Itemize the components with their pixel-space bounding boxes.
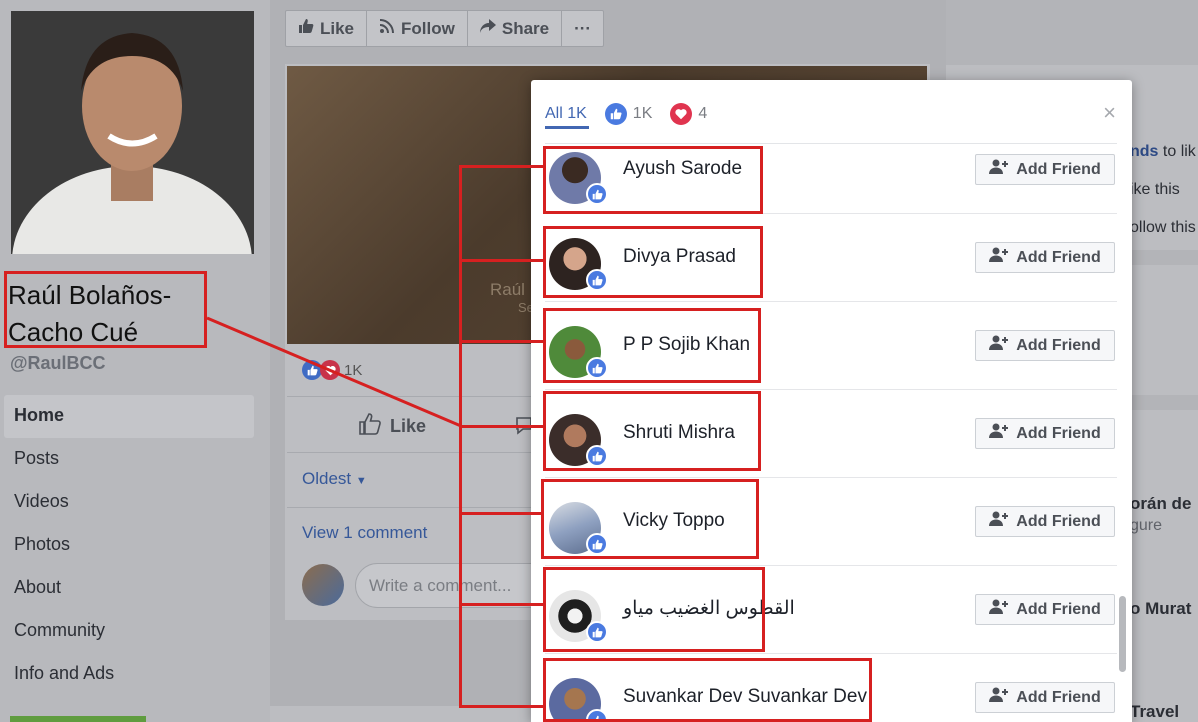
share-page-button[interactable]: Share [468,11,563,46]
comment-input[interactable]: Write a comment... [355,563,555,608]
tab-like[interactable]: 1K [604,102,653,126]
nav-item-videos[interactable]: Videos [4,481,254,524]
page-handle[interactable]: @RaulBCC [10,353,106,374]
nav-item-home[interactable]: Home [4,395,254,438]
tab-all[interactable]: All 1K [545,102,587,126]
share-arrow-icon [479,18,496,39]
nav-item-posts[interactable]: Posts [4,438,254,481]
like-reaction-icon [302,360,322,380]
list-scrollbar[interactable] [1119,596,1126,672]
active-tab-indicator [545,126,589,129]
follow-this-text: ollow this [1130,219,1196,236]
reaction-count: 1K [344,361,363,379]
page-action-bar: Like Follow Share ··· [285,10,605,47]
friends-like-text: nds to lik [1130,143,1196,161]
annotation-connector [459,512,543,515]
like-page-label: Like [320,18,355,38]
love-reaction-icon [670,103,693,125]
add-friend-label: Add Friend [1016,600,1101,618]
add-friend-label: Add Friend [1016,248,1101,266]
more-dots-icon: ··· [574,18,592,38]
add-friend-icon [989,599,1009,620]
post-reactions-summary[interactable]: 1K [302,360,362,380]
add-friend-icon [989,247,1009,268]
nav-item-photos[interactable]: Photos [4,524,254,567]
page-nav: Home Posts Videos Photos About Community… [4,395,254,696]
annotation-box-reactor [543,226,763,298]
tab-all-label: All 1K [545,105,587,122]
post-image-caption: Raúl [490,280,525,299]
add-friend-label: Add Friend [1016,512,1101,530]
annotation-connector [459,705,545,708]
annotation-connector [459,340,545,343]
view-comments-link[interactable]: View 1 comment [302,523,427,543]
annotation-connector [459,603,545,606]
friends-like-suffix: to lik [1162,143,1196,160]
add-friend-button[interactable]: Add Friend [975,330,1115,361]
comment-sort-dropdown[interactable]: Oldest ▼ [302,469,367,489]
nav-item-community[interactable]: Community [4,610,254,653]
profile-photo[interactable] [11,11,254,254]
like-reaction-icon [604,103,627,125]
suggestion-category: gure [1130,517,1163,534]
add-friend-button[interactable]: Add Friend [975,594,1115,625]
annotation-box-reactor [541,479,759,559]
close-icon[interactable]: × [1103,102,1116,124]
follow-page-label: Follow [401,18,455,38]
annotation-box-reactor [543,658,872,722]
add-friend-label: Add Friend [1016,424,1101,442]
suggestion-name[interactable]: Travel [1130,702,1179,722]
green-button-edge[interactable] [10,716,146,722]
reaction-tabs: All 1K 1K 4 [545,102,707,126]
rss-icon [379,18,395,39]
annotation-connector [459,259,545,262]
annotation-connector [459,425,545,428]
annotation-box-reactor [543,146,763,214]
friends-link[interactable]: nds [1130,143,1158,160]
commenter-avatar[interactable] [302,564,344,606]
post-like-button[interactable]: Like [358,412,426,441]
add-friend-button[interactable]: Add Friend [975,682,1115,713]
comment-sort-label: Oldest [302,469,352,488]
add-friend-label: Add Friend [1016,688,1101,706]
follow-page-button[interactable]: Follow [367,11,468,46]
annotation-box-reactor [543,308,761,383]
annotation-connector [459,165,545,168]
tab-love[interactable]: 4 [670,102,707,126]
like-this-text: ike this [1130,181,1180,198]
caret-down-icon: ▼ [355,475,367,487]
tab-love-count: 4 [698,105,708,122]
annotation-box-page-name [4,271,207,348]
share-page-label: Share [501,18,550,38]
add-friend-icon [989,687,1009,708]
add-friend-button[interactable]: Add Friend [975,242,1115,273]
nav-item-about[interactable]: About [4,567,254,610]
add-friend-button[interactable]: Add Friend [975,506,1115,537]
like-page-button[interactable]: Like [286,11,368,46]
annotation-connector-trunk [459,165,462,708]
add-friend-icon [989,159,1009,180]
add-friend-button[interactable]: Add Friend [975,418,1115,449]
thumbs-up-icon [298,18,314,39]
add-friend-label: Add Friend [1016,160,1101,178]
add-friend-label: Add Friend [1016,336,1101,354]
tab-like-count: 1K [632,105,653,122]
love-reaction-icon [320,360,340,380]
suggestion-name[interactable]: o Murat [1130,599,1191,619]
add-friend-button[interactable]: Add Friend [975,154,1115,185]
suggestion-name[interactable]: orán de [1130,494,1191,514]
add-friend-icon [989,423,1009,444]
thumbs-up-outline-icon [358,412,382,441]
annotation-box-reactor [543,567,765,652]
more-options-button[interactable]: ··· [562,11,603,46]
nav-item-info-and-ads[interactable]: Info and Ads [4,653,254,696]
add-friend-icon [989,335,1009,356]
annotation-box-reactor [543,391,761,471]
post-like-label: Like [390,416,427,436]
add-friend-icon [989,511,1009,532]
